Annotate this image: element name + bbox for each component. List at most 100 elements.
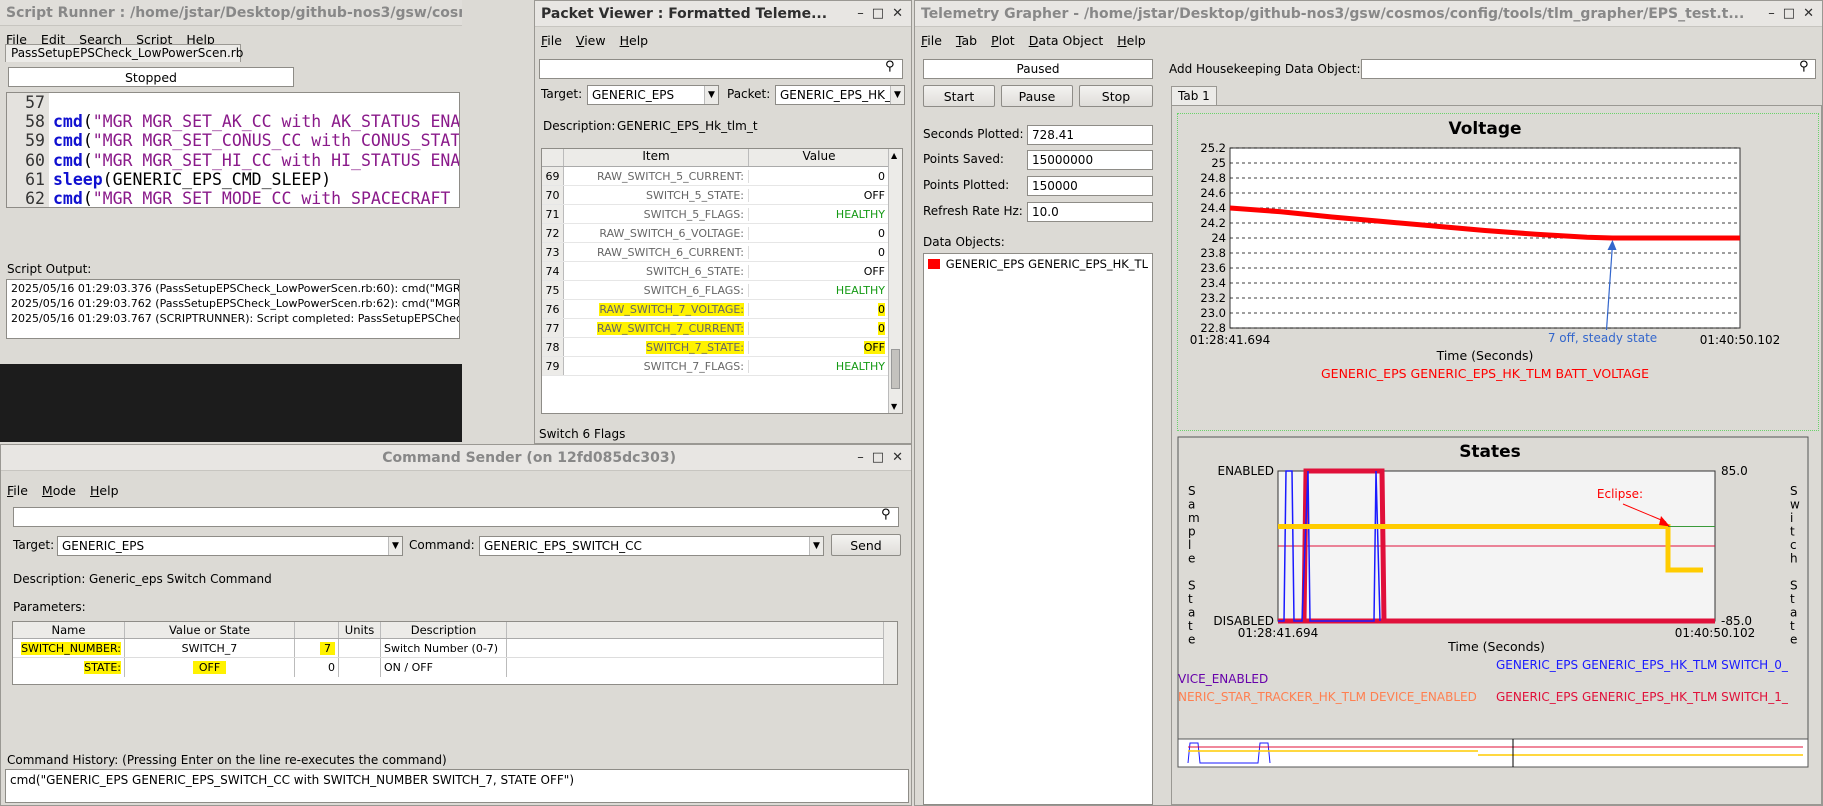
column-units[interactable]: Units (339, 622, 381, 638)
param-state[interactable]: OFF (192, 661, 227, 674)
maximize-icon[interactable]: □ (1783, 6, 1795, 21)
minimize-icon[interactable]: – (857, 6, 864, 21)
command-sender-titlebar[interactable]: Command Sender (on 12fd085dc303) – □ ✕ (1, 445, 911, 471)
table-row[interactable]: 75 SWITCH_6_FLAGS: HEALTHY (542, 281, 902, 300)
menu-data-object[interactable]: Data Object (1029, 33, 1104, 48)
maximize-icon[interactable]: □ (872, 6, 884, 21)
menu-help[interactable]: Help (90, 483, 119, 498)
chevron-down-icon[interactable]: ▼ (890, 86, 904, 104)
command-select[interactable]: GENERIC_EPS_SWITCH_CC ▼ (479, 536, 824, 556)
code-line: 57 (7, 93, 459, 113)
close-icon[interactable]: ✕ (892, 450, 903, 465)
start-button[interactable]: Start (923, 85, 995, 107)
chevron-down-icon[interactable]: ▼ (704, 86, 718, 104)
column-description[interactable]: Description (381, 622, 507, 638)
command-target-select[interactable]: GENERIC_EPS ▼ (57, 536, 403, 556)
y-axis-label: S (1188, 484, 1196, 498)
points-saved-value[interactable]: 15000000 (1027, 150, 1153, 170)
command-sender-title: Command Sender (on 12fd085dc303) (382, 449, 677, 466)
packet-description: GENERIC_EPS_Hk_tlm_t (617, 119, 758, 133)
table-row[interactable]: 70 SWITCH_5_STATE: OFF (542, 186, 902, 205)
add-data-object-input[interactable] (1361, 59, 1816, 79)
table-row[interactable]: 69 RAW_SWITCH_5_CURRENT: 0 (542, 167, 902, 186)
table-row[interactable]: 77 RAW_SWITCH_7_CURRENT: 0 (542, 319, 902, 338)
packet-search-input[interactable] (539, 59, 903, 79)
menu-help[interactable]: Help (620, 33, 649, 48)
refresh-rate-value[interactable]: 10.0 (1027, 202, 1153, 222)
menu-file[interactable]: File (7, 483, 28, 498)
table-row[interactable]: 71 SWITCH_5_FLAGS: HEALTHY (542, 205, 902, 224)
item-name: RAW_SWITCH_6_CURRENT: (564, 245, 749, 259)
maximize-icon[interactable]: □ (872, 450, 884, 465)
table-row[interactable]: 78 SWITCH_7_STATE: OFF (542, 338, 902, 357)
command-search-input[interactable] (13, 507, 899, 527)
send-button[interactable]: Send (831, 534, 901, 556)
script-output[interactable]: 2025/05/16 01:29:03.376 (PassSetupEPSChe… (6, 279, 460, 339)
list-item[interactable]: GENERIC_EPS GENERIC_EPS_HK_TL (924, 254, 1152, 274)
x-axis-label: Time (Seconds) (1436, 348, 1534, 363)
menu-help[interactable]: Help (1117, 33, 1146, 48)
column-value-or-state[interactable]: Value or State (125, 622, 295, 638)
param-state[interactable]: SWITCH_7 (125, 639, 295, 657)
packet-viewer-titlebar[interactable]: Packet Viewer : Formatted Teleme... – □ ✕ (535, 1, 911, 27)
packet-target-select[interactable]: GENERIC_EPS ▼ (587, 85, 719, 105)
command-description-label: Description: (13, 572, 86, 586)
packet-table-scrollbar[interactable]: ▲ ▼ (888, 149, 902, 413)
command-history-entry[interactable]: cmd("GENERIC_EPS GENERIC_EPS_SWITCH_CC w… (5, 769, 909, 803)
data-objects-list[interactable]: GENERIC_EPS GENERIC_EPS_HK_TL (923, 253, 1153, 805)
code-editor[interactable]: 57 58 cmd("MGR MGR_SET_AK_CC with AK_STAT… (6, 92, 460, 208)
param-value[interactable]: 7 (320, 641, 335, 655)
points-plotted-value[interactable]: 150000 (1027, 176, 1153, 196)
menu-file[interactable]: File (541, 33, 562, 48)
script-status: Stopped (8, 67, 294, 87)
packet-items-table[interactable]: Item Value 69 RAW_SWITCH_5_CURRENT: 0 70 SWIT… (541, 148, 903, 414)
y-axis-label: m (1188, 511, 1200, 525)
packet-target-label: Target: (541, 87, 583, 101)
column-value[interactable] (295, 622, 339, 638)
menu-mode[interactable]: Mode (42, 483, 76, 498)
states-chart[interactable]: StatesENABLEDDISABLED85.0-85.0SampleStat… (1177, 436, 1812, 768)
menu-view[interactable]: View (576, 33, 606, 48)
parameters-table[interactable]: Name Value or State Units Description SW… (12, 621, 898, 685)
voltage-chart[interactable]: Voltage25.22524.824.624.424.22423.823.62… (1180, 114, 1810, 424)
menu-tab[interactable]: Tab (956, 33, 977, 48)
overview-plot (1177, 738, 1809, 768)
table-row[interactable]: 73 RAW_SWITCH_6_CURRENT: 0 (542, 243, 902, 262)
parameters-scrollbar[interactable] (883, 622, 897, 684)
column-name[interactable]: Name (13, 622, 125, 638)
item-value: 0 (878, 226, 885, 240)
chevron-down-icon[interactable]: ▼ (388, 537, 402, 555)
packet-packet-select[interactable]: GENERIC_EPS_HK_T ▼ (775, 85, 905, 105)
grapher-titlebar[interactable]: Telemetry Grapher - /home/jstar/Desktop/… (915, 1, 1822, 27)
tab-1[interactable]: Tab 1 (1171, 86, 1217, 106)
script-runner-titlebar[interactable]: Script Runner : /home/jstar/Desktop/gith… (0, 0, 462, 26)
table-row[interactable]: STATE: OFF 0 ON / OFF (13, 658, 897, 677)
minimize-icon[interactable]: – (1768, 6, 1775, 21)
code-line: 60 cmd("MGR MGR_SET_HI_CC with HI_STATUS … (7, 150, 459, 170)
stop-button[interactable]: Stop (1079, 85, 1153, 107)
search-icon[interactable]: ⚲ (1799, 59, 1809, 74)
script-tab[interactable]: PassSetupEPSCheck_LowPowerScen.rb (5, 44, 243, 62)
chevron-down-icon[interactable]: ▼ (809, 537, 823, 555)
minimize-icon[interactable]: – (857, 450, 864, 465)
search-icon[interactable]: ⚲ (885, 59, 895, 74)
pause-button[interactable]: Pause (1001, 85, 1073, 107)
table-row[interactable]: 76 RAW_SWITCH_7_VOLTAGE: 0 (542, 300, 902, 319)
table-row[interactable]: 72 RAW_SWITCH_6_VOLTAGE: 0 (542, 224, 902, 243)
menu-plot[interactable]: Plot (991, 33, 1015, 48)
y2-axis-label: t (1790, 525, 1795, 539)
table-row[interactable]: 74 SWITCH_6_STATE: OFF (542, 262, 902, 281)
table-row[interactable]: 79 SWITCH_7_FLAGS: HEALTHY (542, 357, 902, 376)
close-icon[interactable]: ✕ (892, 6, 903, 21)
menu-file[interactable]: File (921, 33, 942, 48)
search-icon[interactable]: ⚲ (881, 507, 891, 522)
y-tick-label: 23.6 (1200, 261, 1226, 275)
param-value[interactable]: 0 (295, 658, 339, 677)
column-value[interactable]: Value (749, 149, 889, 166)
item-name: RAW_SWITCH_5_CURRENT: (564, 169, 749, 183)
y-axis-label: t (1188, 592, 1193, 606)
table-row[interactable]: SWITCH_NUMBER: SWITCH_7 7 Switch Number … (13, 639, 897, 658)
column-item[interactable]: Item (564, 149, 749, 166)
y-tick-label: ENABLED (1217, 464, 1274, 478)
close-icon[interactable]: ✕ (1803, 6, 1814, 21)
